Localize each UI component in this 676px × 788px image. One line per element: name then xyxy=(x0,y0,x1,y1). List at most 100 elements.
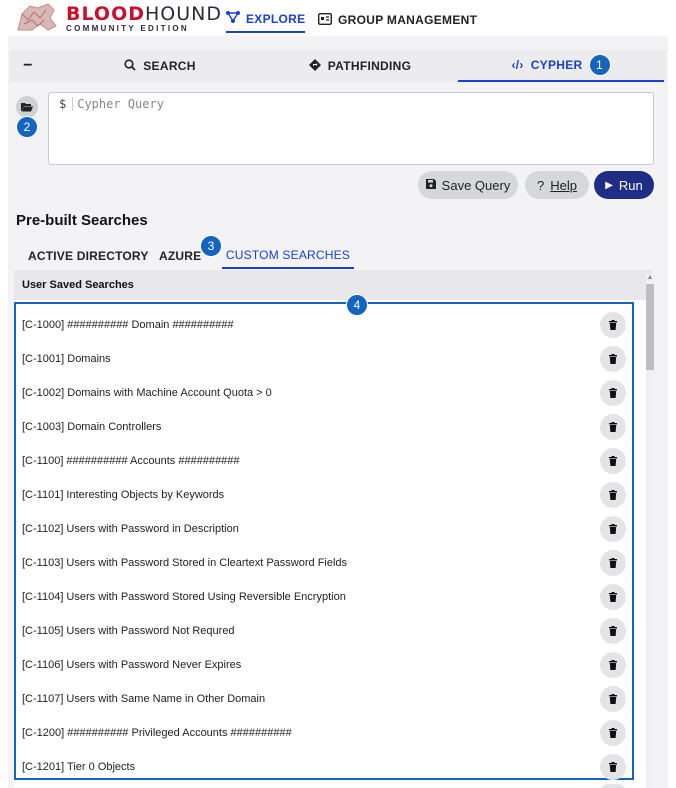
partial-delete-button[interactable] xyxy=(600,784,626,788)
top-nav: BLOODHOUND COMMUNITY EDITION EXPLORE GRO… xyxy=(0,0,676,36)
saved-search-label: [C-1100] ########## Accounts ########## xyxy=(22,455,240,467)
scroll-up-arrow-icon[interactable]: ▲ xyxy=(646,274,654,282)
help-button[interactable]: ? Help xyxy=(525,171,589,199)
delete-button[interactable] xyxy=(600,482,626,508)
tab-azure[interactable]: AZURE xyxy=(159,243,201,269)
delete-button[interactable] xyxy=(600,686,626,712)
trash-icon xyxy=(609,694,617,704)
list-item[interactable]: [C-1103] Users with Password Stored in C… xyxy=(22,546,630,580)
annotation-badge-1: 1 xyxy=(588,54,611,76)
list-item[interactable]: [C-1107] Users with Same Name in Other D… xyxy=(22,682,630,716)
minus-icon: − xyxy=(23,57,33,74)
save-icon xyxy=(425,178,436,192)
tab-cypher-label: CYPHER xyxy=(530,58,583,72)
saved-search-label: [C-1001] Domains xyxy=(22,353,111,365)
list-item[interactable]: [C-1201] Tier 0 Objects xyxy=(22,750,630,784)
list-item[interactable]: [C-1104] Users with Password Stored Usin… xyxy=(22,580,630,614)
delete-button[interactable] xyxy=(600,720,626,746)
trash-icon xyxy=(609,728,617,738)
play-icon: ▶ xyxy=(605,179,613,191)
saved-search-label: [C-1003] Domain Controllers xyxy=(22,421,162,433)
delete-button[interactable] xyxy=(600,550,626,576)
trash-icon xyxy=(609,456,617,466)
explore-search-panel: − SEARCH PATHFINDING ‹/› CYPHER 1 2 $ Cyp… xyxy=(8,36,668,788)
trash-icon xyxy=(609,490,617,500)
list-item[interactable]: [C-1105] Users with Password Not Requred xyxy=(22,614,630,648)
nav-explore-label: EXPLORE xyxy=(246,11,306,26)
list-item[interactable]: [C-1102] Users with Password in Descript… xyxy=(22,512,630,546)
trash-icon xyxy=(609,422,617,432)
trash-icon xyxy=(609,320,617,330)
delete-button[interactable] xyxy=(600,584,626,610)
scroll-thumb[interactable] xyxy=(646,284,654,370)
delete-button[interactable] xyxy=(600,448,626,474)
nav-explore[interactable]: EXPLORE xyxy=(226,9,306,33)
trash-icon xyxy=(609,524,617,534)
trash-icon xyxy=(609,626,617,636)
search-icon xyxy=(124,58,136,74)
saved-search-label: [C-1106] Users with Password Never Expir… xyxy=(22,659,242,671)
saved-search-label: [C-1101] Interesting Objects by Keywords xyxy=(22,489,225,501)
tab-cypher[interactable]: ‹/› CYPHER 1 xyxy=(458,50,664,82)
section-title: Pre-built Searches xyxy=(16,212,148,229)
saved-search-label: [C-1200] ########## Privileged Accounts … xyxy=(22,727,292,739)
list-item[interactable]: [C-1101] Interesting Objects by Keywords xyxy=(22,478,630,512)
saved-search-label: [C-1103] Users with Password Stored in C… xyxy=(22,557,348,569)
save-query-button[interactable]: Save Query xyxy=(418,171,518,199)
tab-pathfinding[interactable]: PATHFINDING xyxy=(260,50,460,82)
trash-icon xyxy=(609,354,617,364)
run-label: Run xyxy=(618,177,643,193)
delete-button[interactable] xyxy=(600,754,626,780)
delete-button[interactable] xyxy=(600,346,626,372)
saved-search-label: [C-1201] Tier 0 Objects xyxy=(22,761,136,773)
saved-search-label: [C-1104] Users with Password Stored Usin… xyxy=(22,591,346,603)
delete-button[interactable] xyxy=(600,312,626,338)
run-button[interactable]: ▶ Run xyxy=(594,171,654,199)
tab-search[interactable]: SEARCH xyxy=(60,50,260,82)
tab-active-directory[interactable]: ACTIVE DIRECTORY xyxy=(28,243,149,269)
folder-open-button[interactable] xyxy=(16,96,38,118)
list-item[interactable]: [C-1002] Domains with Machine Account Qu… xyxy=(22,376,630,410)
logo-title: BLOODHOUND xyxy=(66,3,222,25)
tab-pathfinding-label: PATHFINDING xyxy=(327,59,412,73)
question-icon: ? xyxy=(537,177,545,193)
logo-subtitle: COMMUNITY EDITION xyxy=(66,24,189,33)
delete-button[interactable] xyxy=(600,380,626,406)
id-card-icon xyxy=(317,12,333,28)
scrollbar[interactable]: ▲ xyxy=(646,274,654,788)
tab-search-label: SEARCH xyxy=(143,59,196,73)
delete-button[interactable] xyxy=(600,516,626,542)
list-item[interactable]: [C-1200] ########## Privileged Accounts … xyxy=(22,716,630,750)
saved-search-label: [C-1002] Domains with Machine Account Qu… xyxy=(22,387,272,399)
delete-button[interactable] xyxy=(600,414,626,440)
trash-icon xyxy=(609,592,617,602)
trash-icon xyxy=(609,762,617,772)
list-item[interactable]: [C-1003] Domain Controllers xyxy=(22,410,630,444)
list-item[interactable]: [C-1100] ########## Accounts ########## xyxy=(22,444,630,478)
delete-button[interactable] xyxy=(600,618,626,644)
directions-icon xyxy=(308,58,321,74)
list-item[interactable]: [C-1000] ########## Domain ########## xyxy=(22,308,630,342)
code-icon: ‹/› xyxy=(511,58,524,72)
trash-icon xyxy=(609,660,617,670)
bloodhound-logo[interactable]: BLOODHOUND COMMUNITY EDITION xyxy=(4,0,221,36)
annotation-badge-3: 3 xyxy=(200,235,222,257)
saved-search-label: [C-1102] Users with Password in Descript… xyxy=(22,523,239,535)
annotation-badge-2: 2 xyxy=(16,116,38,138)
annotation-badge-4: 4 xyxy=(346,294,368,316)
query-prompt: $ xyxy=(59,97,74,111)
save-query-label: Save Query xyxy=(441,177,511,193)
list-header: User Saved Searches xyxy=(14,270,652,300)
nav-group-management[interactable]: GROUP MANAGEMENT xyxy=(317,9,477,31)
collapse-button[interactable]: − xyxy=(10,50,46,82)
query-placeholder: Cypher Query xyxy=(77,97,164,111)
cypher-query-input[interactable]: $ Cypher Query xyxy=(48,92,654,165)
list-item[interactable]: [C-1001] Domains xyxy=(22,342,630,376)
list-item[interactable]: [C-1106] Users with Password Never Expir… xyxy=(22,648,630,682)
search-mode-tabs: − SEARCH PATHFINDING ‹/› CYPHER 1 xyxy=(10,50,666,82)
delete-button[interactable] xyxy=(600,652,626,678)
tab-custom-searches[interactable]: CUSTOM SEARCHES xyxy=(222,243,354,269)
folder-open-icon xyxy=(21,103,33,112)
saved-search-label: [C-1000] ########## Domain ########## xyxy=(22,319,234,331)
help-label: Help xyxy=(550,177,577,193)
